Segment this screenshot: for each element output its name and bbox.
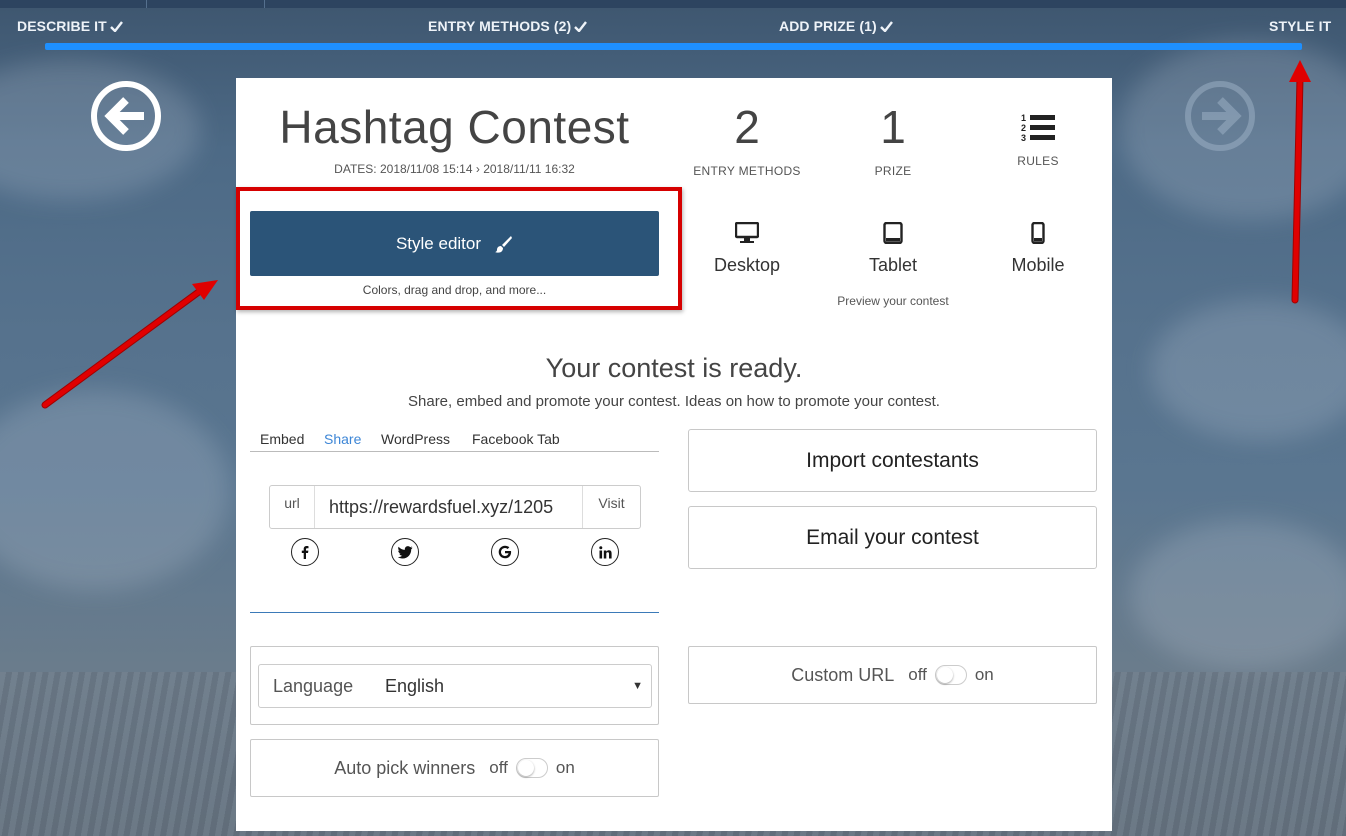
step-label: STYLE IT [1269, 18, 1332, 34]
step-add-prize[interactable]: ADD PRIZE (1) [779, 18, 893, 34]
step-style-it[interactable]: STYLE IT [1269, 18, 1331, 34]
dates-label: DATES: [334, 162, 377, 176]
rules-stat[interactable]: 1 2 3 RULES [965, 100, 1111, 168]
tablet-label: Tablet [868, 255, 918, 275]
custom-url-off-label: off [908, 665, 927, 684]
style-editor-button[interactable]: Style editor [250, 211, 659, 276]
entry-methods-stat[interactable]: 2 ENTRY METHODS [674, 100, 820, 178]
url-input[interactable] [315, 486, 582, 528]
custom-url-on-label: on [974, 665, 994, 684]
preview-tablet[interactable]: Tablet [820, 221, 966, 276]
linkedin-icon[interactable] [591, 538, 619, 566]
auto-pick-toggle[interactable] [515, 758, 548, 778]
mobile-icon [1031, 221, 1045, 245]
import-contestants-button[interactable]: Import contestants [688, 429, 1097, 492]
language-value: English [385, 675, 445, 696]
contest-title: Hashtag Contest [279, 101, 630, 153]
svg-text:3: 3 [1021, 133, 1026, 143]
list-ordered-icon: 1 2 3 [1021, 113, 1055, 143]
custom-url-toggle[interactable] [934, 665, 967, 685]
caret-down-icon: ▼ [632, 680, 643, 692]
step-label: DESCRIBE IT [17, 18, 107, 34]
visit-button[interactable]: Visit [582, 486, 640, 528]
auto-pick-row: Auto pick winners off on [250, 739, 659, 797]
checkmark-icon [574, 21, 588, 32]
preview-mobile[interactable]: Mobile [965, 221, 1111, 276]
facebook-icon[interactable] [291, 538, 319, 566]
custom-url-label: Custom URL [791, 664, 895, 685]
prize-stat[interactable]: 1 PRIZE [820, 100, 966, 178]
share-divider [250, 612, 659, 613]
tablet-icon [883, 221, 903, 245]
desktop-icon [734, 221, 760, 243]
svg-text:1: 1 [1021, 113, 1026, 123]
auto-pick-on-label: on [555, 758, 575, 777]
wizard-steps: DESCRIBE IT ENTRY METHODS (2) ADD PRIZE … [0, 18, 1346, 38]
mobile-label: Mobile [1011, 255, 1065, 275]
rules-label: RULES [1017, 154, 1059, 168]
tab-embed[interactable]: Embed [260, 431, 304, 447]
end-date: 2018/11/11 16:32 [483, 162, 575, 176]
email-contest-button[interactable]: Email your contest [688, 506, 1097, 569]
ready-subheading: Share, embed and promote your contest. I… [408, 393, 940, 410]
step-label: ADD PRIZE (1) [779, 18, 877, 34]
language-label: Language [273, 675, 354, 696]
custom-url-row: Custom URL off on [688, 646, 1097, 704]
twitter-icon[interactable] [391, 538, 419, 566]
style-editor-subtext: Colors, drag and drop, and more... [362, 283, 547, 297]
style-editor-label: Style editor [395, 233, 482, 253]
url-label: url [270, 486, 315, 528]
preview-label: Preview your contest [837, 294, 949, 308]
auto-pick-label: Auto pick winners [334, 757, 476, 778]
step-entry-methods[interactable]: ENTRY METHODS (2) [428, 18, 588, 34]
prize-count: 1 [880, 101, 906, 153]
svg-text:2: 2 [1021, 123, 1026, 133]
url-group: url Visit [269, 485, 641, 529]
tab-facebook[interactable]: Facebook Tab [472, 431, 560, 447]
entry-methods-count: 2 [734, 101, 760, 153]
tab-share[interactable]: Share [324, 431, 361, 447]
desktop-label: Desktop [713, 255, 781, 275]
contest-panel: Hashtag Contest DATES: 2018/11/08 15:14 … [236, 78, 1112, 831]
language-select[interactable]: Language English ▼ [258, 664, 652, 708]
arrowhead-icon [192, 280, 218, 300]
preview-desktop[interactable]: Desktop [674, 221, 820, 276]
step-label: ENTRY METHODS (2) [428, 18, 572, 34]
share-tabs: Embed Share WordPress Facebook Tab [250, 430, 659, 452]
annotation-arrow-left [41, 287, 204, 409]
start-date: 2018/11/08 15:14 [379, 162, 473, 176]
back-arrow-icon[interactable] [90, 80, 162, 152]
prize-label: PRIZE [874, 164, 912, 178]
checkmark-icon [879, 21, 893, 32]
auto-pick-off-label: off [489, 758, 508, 777]
ready-heading: Your contest is ready. [545, 353, 803, 383]
progress-bar [45, 43, 1302, 50]
paintbrush-icon [495, 235, 513, 253]
step-describe-it[interactable]: DESCRIBE IT [17, 18, 123, 34]
chevron-right-icon: › [475, 162, 480, 176]
contest-dates: DATES: 2018/11/08 15:14 › 2018/11/11 16:… [236, 162, 673, 176]
checkmark-icon [109, 21, 123, 32]
google-icon[interactable] [491, 538, 519, 566]
forward-arrow-icon[interactable] [1184, 80, 1256, 152]
entry-methods-label: ENTRY METHODS [693, 164, 801, 178]
top-strip [0, 0, 1346, 8]
tab-wordpress[interactable]: WordPress [381, 431, 450, 447]
